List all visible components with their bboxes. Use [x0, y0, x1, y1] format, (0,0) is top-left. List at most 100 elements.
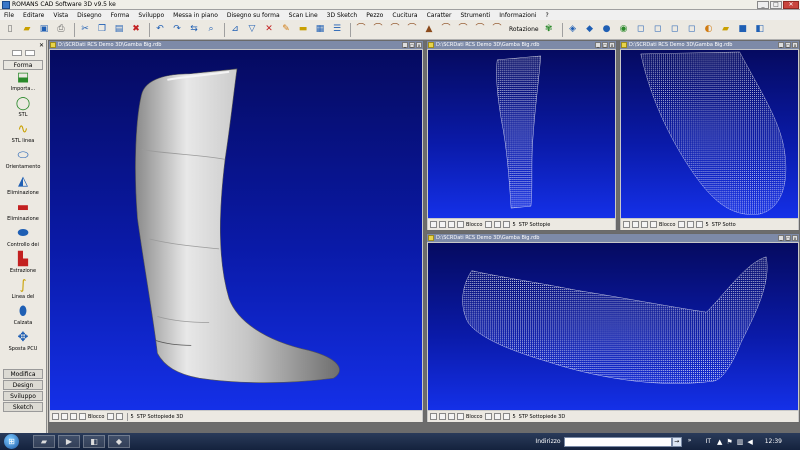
3d-viewport[interactable]	[428, 243, 798, 410]
close-button[interactable]: x	[609, 42, 615, 48]
block-label[interactable]: Blocco	[659, 222, 675, 228]
list-icon[interactable]: ☰	[330, 23, 344, 37]
last-view-1-icon[interactable]: ⌒	[354, 23, 368, 37]
cube-dark-icon[interactable]: ■	[736, 23, 750, 37]
status-icon[interactable]	[61, 413, 68, 420]
note-icon[interactable]: ▬	[296, 23, 310, 37]
panel-close-icon[interactable]: ✕	[39, 42, 44, 49]
language-indicator[interactable]: IT	[706, 438, 711, 445]
minimize-button[interactable]: _	[595, 42, 601, 48]
status-icon[interactable]	[457, 221, 464, 228]
last-view-7-icon[interactable]: ⌒	[456, 23, 470, 37]
close-button[interactable]: x	[792, 235, 798, 241]
tool-eliminate[interactable]: ◭ Eliminazione	[0, 174, 46, 200]
tool-stl[interactable]: ◯ STL	[0, 96, 46, 122]
status-icon[interactable]	[641, 221, 648, 228]
menu-messa-in-piano[interactable]: Messa in piano	[173, 12, 218, 19]
menu-caratter[interactable]: Caratter	[427, 12, 452, 19]
address-go-icon[interactable]: →	[671, 436, 682, 447]
cube-front-icon[interactable]: ◈	[566, 23, 580, 37]
copy-icon[interactable]: ❐	[95, 23, 109, 37]
minimize-button[interactable]: _	[778, 235, 784, 241]
block-label[interactable]: Blocco	[466, 414, 482, 420]
close-button[interactable]: x	[416, 42, 422, 48]
status-icon[interactable]	[503, 413, 511, 420]
zoom-icon[interactable]: ⌕	[204, 23, 218, 37]
status-icon[interactable]	[457, 413, 464, 420]
status-icon[interactable]	[79, 413, 86, 420]
cube-side-icon[interactable]: ◆	[583, 23, 597, 37]
cube-light-icon[interactable]: ◧	[753, 23, 767, 37]
menu-3d-sketch[interactable]: 3D Sketch	[327, 12, 358, 19]
cube-right-icon[interactable]: ◻	[685, 23, 699, 37]
maximize-button[interactable]: □	[785, 42, 791, 48]
shoe-view-icon[interactable]: ◐	[702, 23, 716, 37]
3d-viewport[interactable]	[50, 50, 422, 410]
open-folder-icon[interactable]: ▰	[20, 23, 34, 37]
close-button[interactable]: x	[792, 42, 798, 48]
save-icon[interactable]: ▣	[37, 23, 51, 37]
maximize-button[interactable]: □	[602, 42, 608, 48]
status-icon[interactable]	[494, 413, 502, 420]
last-view-3-icon[interactable]: ⌒	[388, 23, 402, 37]
paste-icon[interactable]: ▤	[112, 23, 126, 37]
cube-wire-icon[interactable]: ◻	[634, 23, 648, 37]
view-window-main[interactable]: D:\SCRDati RCS Demo 3D\Gamba Big.rdb _ □…	[48, 40, 424, 423]
print-icon[interactable]: ⎙	[54, 23, 68, 37]
minimize-button[interactable]: _	[402, 42, 408, 48]
tray-arrow-icon[interactable]: ▲	[717, 438, 722, 446]
menu-forma[interactable]: Forma	[111, 12, 130, 19]
menu-informazioni[interactable]: Informazioni	[499, 12, 536, 19]
status-icon[interactable]	[687, 221, 695, 228]
panel-mini-button[interactable]	[11, 50, 22, 56]
status-icon[interactable]	[678, 221, 686, 228]
tool-import[interactable]: ⬓ Importa...	[0, 70, 46, 96]
tray-volume-icon[interactable]: ◀	[747, 438, 752, 446]
tool-move-pcu[interactable]: ✥ Sposta PCU	[0, 330, 46, 356]
tab-sviluppo[interactable]: Sviluppo	[3, 391, 43, 401]
3d-viewport[interactable]	[621, 50, 798, 218]
status-icon[interactable]	[696, 221, 704, 228]
menu-vista[interactable]: Vista	[53, 12, 68, 19]
redo-icon[interactable]: ↷	[170, 23, 184, 37]
tab-forma[interactable]: Forma	[3, 60, 43, 70]
tool-stl-line[interactable]: ∿ STL linea	[0, 122, 46, 148]
taskbar-media-icon[interactable]: ▶	[58, 435, 80, 448]
menu-scan-line[interactable]: Scan Line	[289, 12, 318, 19]
grid-icon[interactable]: ▦	[313, 23, 327, 37]
menu-file[interactable]: File	[4, 12, 14, 19]
delete-icon[interactable]: ✖	[129, 23, 143, 37]
mirror-icon[interactable]: ⇆	[187, 23, 201, 37]
tool-fit[interactable]: ⬮ Calzata	[0, 304, 46, 330]
cut-icon[interactable]: ✂	[78, 23, 92, 37]
status-icon[interactable]	[70, 413, 77, 420]
view-window-side[interactable]: D:\SCRDati RCS Demo 3D\Gamba Big.rdb _ □…	[426, 233, 800, 423]
last-view-5-icon[interactable]: ▲	[422, 23, 436, 37]
new-file-icon[interactable]: ▯	[3, 23, 17, 37]
pencil-icon[interactable]: ✎	[279, 23, 293, 37]
menu-editare[interactable]: Editare	[23, 12, 44, 19]
block-label[interactable]: Blocco	[88, 414, 104, 420]
status-icon[interactable]	[485, 413, 493, 420]
rotation-icon[interactable]: ✾	[542, 23, 556, 37]
status-icon[interactable]	[430, 221, 437, 228]
tool-control[interactable]: ⬬ Controllo dei	[0, 226, 46, 252]
status-icon[interactable]	[116, 413, 124, 420]
tab-modifica[interactable]: Modifica	[3, 369, 43, 379]
address-expand-icon[interactable]: »	[686, 437, 694, 447]
taskbar-app-icon[interactable]: ◧	[83, 435, 105, 448]
last-view-2-icon[interactable]: ⌒	[371, 23, 385, 37]
menu-sviluppo[interactable]: Sviluppo	[138, 12, 164, 19]
minimize-button[interactable]: _	[757, 0, 769, 9]
tool-orientation[interactable]: ⬭ Orientamento	[0, 148, 46, 174]
status-icon[interactable]	[623, 221, 630, 228]
menu-disegno-su-forma[interactable]: Disegno su forma	[227, 12, 280, 19]
maximize-button[interactable]: □	[409, 42, 415, 48]
maximize-button[interactable]: □	[785, 235, 791, 241]
view-window-front[interactable]: D:\SCRDati RCS Demo 3D\Gamba Big.rdb _ □…	[426, 40, 617, 231]
measure-icon[interactable]: ⊿	[228, 23, 242, 37]
taskbar-folder-icon[interactable]: ▰	[33, 435, 55, 448]
folder-icon[interactable]: ▰	[719, 23, 733, 37]
tab-design[interactable]: Design	[3, 380, 43, 390]
status-icon[interactable]	[485, 221, 493, 228]
